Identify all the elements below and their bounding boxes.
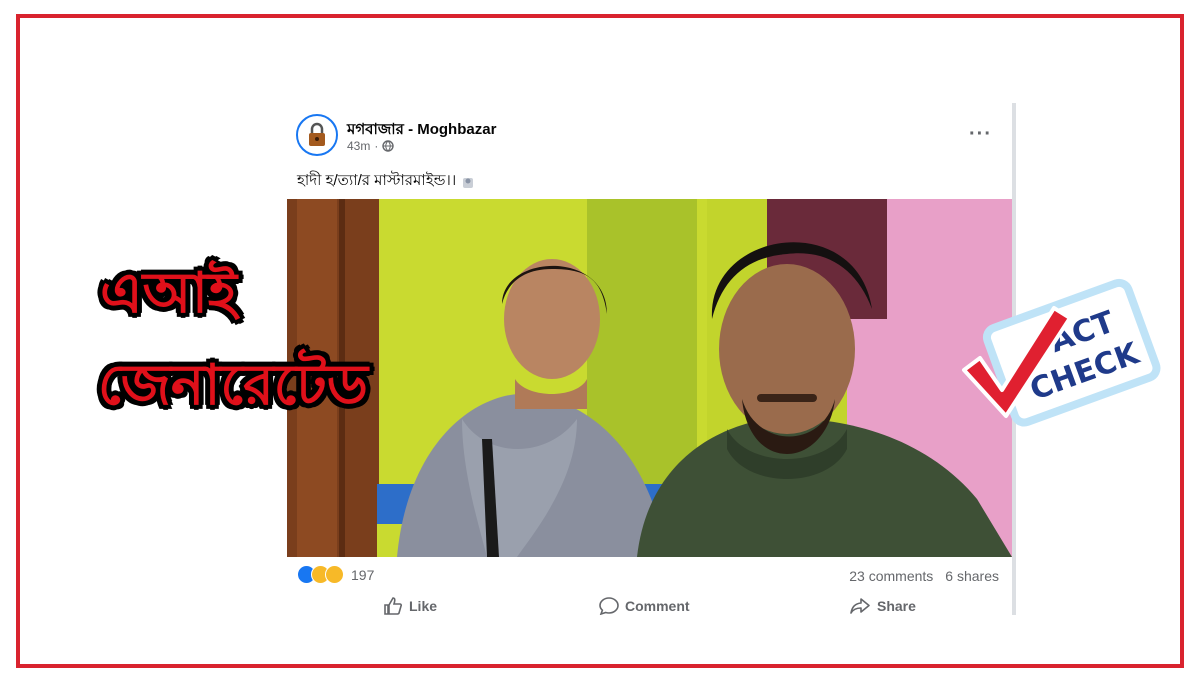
caption-emoji-icon xyxy=(463,177,474,188)
thumbs-up-outline-icon xyxy=(384,597,402,615)
engagement-stats: 23 comments 6 shares xyxy=(849,568,999,584)
post-timestamp[interactable]: 43m xyxy=(347,139,370,153)
post-meta: 43m · xyxy=(347,139,395,153)
fact-check-badge: FACT CHECK xyxy=(962,278,1161,427)
more-options-button[interactable]: ··· xyxy=(969,123,992,146)
comment-button[interactable]: Comment xyxy=(599,597,690,615)
globe-icon xyxy=(382,140,395,152)
padlock-avatar-icon xyxy=(309,122,325,146)
page-avatar[interactable] xyxy=(296,114,338,156)
post-caption: হাদী হ/ত্যা/র মাস্টারমাইন্ড।। xyxy=(297,169,476,194)
caption-text: হাদী হ/ত্যা/র মাস্টারমাইন্ড।। xyxy=(297,172,457,189)
comment-count[interactable]: 23 comments xyxy=(849,568,933,584)
ai-generated-label-line1: এআই xyxy=(100,261,238,326)
reactions-bar[interactable]: 197 xyxy=(297,565,374,584)
page-name-separator: - xyxy=(408,121,414,138)
post-photo[interactable] xyxy=(287,199,1012,557)
meta-dot: · xyxy=(374,139,379,153)
reaction-icons xyxy=(297,565,344,584)
share-button[interactable]: Share xyxy=(849,597,916,615)
page-name-english[interactable]: Moghbazar xyxy=(417,121,496,138)
page-name-bangla[interactable]: মগবাজার xyxy=(347,121,404,138)
post-actions: Like Comment Share xyxy=(287,595,1012,619)
facebook-post-card: মগবাজার - Moghbazar 43m · ··· হাদী হ/ত্য… xyxy=(287,103,1015,615)
comment-bubble-icon xyxy=(599,597,619,615)
comment-label: Comment xyxy=(625,598,690,614)
reaction-count[interactable]: 197 xyxy=(351,567,374,583)
like-label: Like xyxy=(409,598,438,614)
post-photo-illustration xyxy=(287,199,1012,557)
share-label: Share xyxy=(877,598,916,614)
share-count[interactable]: 6 shares xyxy=(945,568,999,584)
share-arrow-icon xyxy=(850,598,870,614)
like-button[interactable]: Like xyxy=(383,597,437,615)
ai-generated-label-line2: জেনারেটেড xyxy=(98,353,369,418)
wow-emoji-icon xyxy=(325,565,344,584)
